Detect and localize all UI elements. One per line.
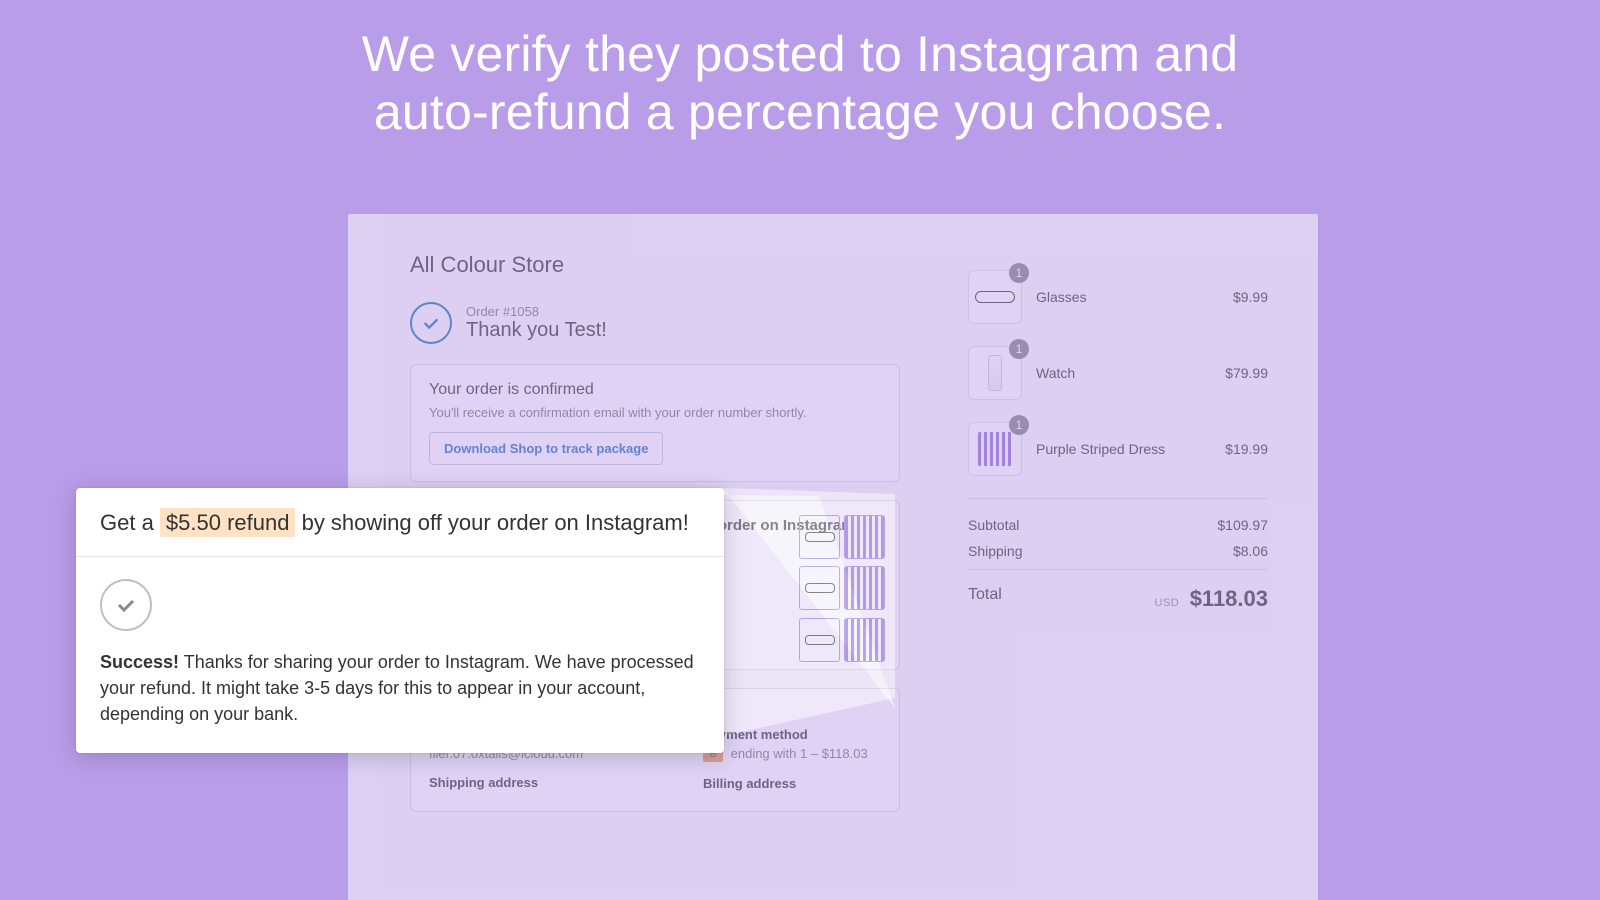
- total-label: Total: [968, 586, 1002, 612]
- line-item-price: $9.99: [1233, 289, 1268, 305]
- line-item-name: Purple Striped Dress: [1036, 441, 1211, 457]
- hero-line2: auto-refund a percentage you choose.: [374, 84, 1226, 140]
- callout-head-prefix: Get a: [100, 510, 160, 535]
- payment-method-label: Payment method: [703, 727, 868, 742]
- shipping-amount: $8.06: [1233, 543, 1268, 559]
- order-number: Order #1058: [466, 304, 607, 319]
- billing-address-label: Billing address: [703, 776, 868, 791]
- line-item-name: Glasses: [1036, 289, 1219, 305]
- line-item: 1 Purple Striped Dress $19.99: [968, 422, 1268, 476]
- refund-success-callout: Get a $5.50 refund by showing off your o…: [76, 488, 724, 753]
- hex-thumb-glasses-icon: [799, 515, 840, 559]
- callout-head-suffix: by showing off your order on Instagram!: [295, 510, 688, 535]
- product-thumb: 1: [968, 270, 1022, 324]
- success-strong: Success!: [100, 652, 179, 672]
- hex-thumb-stripe-icon: [844, 515, 885, 559]
- order-confirmed-card: Your order is confirmed You'll receive a…: [410, 364, 900, 482]
- watch-icon: [988, 355, 1002, 391]
- store-name: All Colour Store: [410, 252, 900, 278]
- download-shop-button[interactable]: Download Shop to track package: [429, 432, 663, 465]
- line-item-price: $19.99: [1225, 441, 1268, 457]
- hero-line1: We verify they posted to Instagram and: [362, 26, 1239, 82]
- checkmark-circle-icon: [410, 302, 452, 344]
- qty-badge: 1: [1009, 263, 1029, 283]
- product-thumb: 1: [968, 422, 1022, 476]
- qty-badge: 1: [1009, 339, 1029, 359]
- subtotal-label: Subtotal: [968, 517, 1019, 533]
- thank-you-line: Thank you Test!: [466, 319, 607, 342]
- line-item: 1 Glasses $9.99: [968, 270, 1268, 324]
- confirmed-sub: You'll receive a confirmation email with…: [429, 405, 881, 420]
- hero-headline: We verify they posted to Instagram and a…: [0, 26, 1600, 141]
- hex-thumb-glasses-icon: [799, 618, 840, 662]
- product-hex-grid: [799, 515, 885, 665]
- product-thumb: 1: [968, 346, 1022, 400]
- line-item: 1 Watch $79.99: [968, 346, 1268, 400]
- order-summary: 1 Glasses $9.99 1 Watch $79.99 1 Purple …: [968, 252, 1268, 830]
- glasses-icon: [975, 291, 1015, 303]
- subtotal-amount: $109.97: [1217, 517, 1268, 533]
- payment-method-value: ending with 1 – $118.03: [731, 746, 868, 761]
- confirmed-title: Your order is confirmed: [429, 381, 881, 399]
- callout-refund-pill: $5.50 refund: [160, 508, 296, 537]
- hex-thumb-glasses-icon: [799, 566, 840, 610]
- callout-heading: Get a $5.50 refund by showing off your o…: [76, 488, 724, 557]
- total-amount: $118.03: [1190, 586, 1268, 611]
- hex-thumb-stripe-icon: [844, 566, 885, 610]
- checkmark-circle-icon: [100, 579, 152, 631]
- success-message: Success! Thanks for sharing your order t…: [100, 649, 700, 727]
- shipping-label: Shipping: [968, 543, 1023, 559]
- total-currency: USD: [1155, 597, 1180, 609]
- line-item-price: $79.99: [1225, 365, 1268, 381]
- line-item-name: Watch: [1036, 365, 1211, 381]
- qty-badge: 1: [1009, 415, 1029, 435]
- shipping-address-label: Shipping address: [429, 775, 639, 790]
- hex-thumb-stripe-icon: [844, 618, 885, 662]
- striped-dress-icon: [978, 432, 1012, 466]
- success-rest: Thanks for sharing your order to Instagr…: [100, 652, 694, 724]
